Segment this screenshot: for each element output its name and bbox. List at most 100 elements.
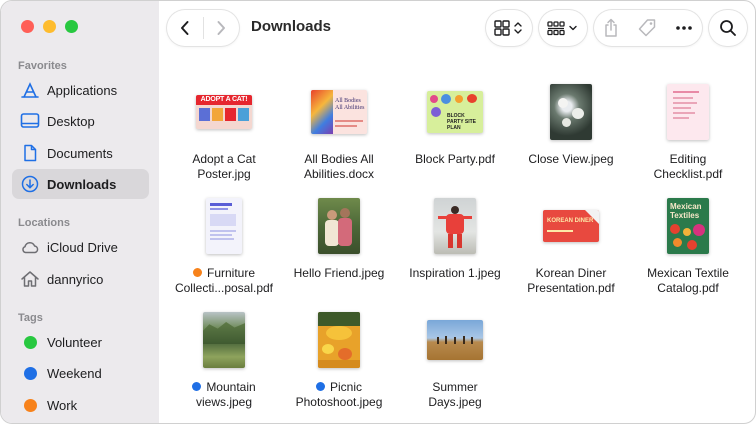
- file-item-block-party[interactable]: BLOCK PARTY SITE PLAN Block Party.pdf: [397, 76, 513, 186]
- photo-thumbnail: [318, 312, 360, 368]
- favorites-section-title: Favorites: [18, 60, 67, 72]
- photo-thumbnail: [550, 84, 592, 140]
- file-name: Adopt a Cat Poster.jpg: [192, 152, 256, 181]
- sidebar-item-icloud-drive[interactable]: iCloud Drive: [12, 232, 149, 262]
- thumbnail-text: BLOCK PARTY SITE PLAN: [447, 113, 476, 131]
- pdf-thumbnail: BLOCK PARTY SITE PLAN: [427, 91, 483, 133]
- sidebar-item-home[interactable]: dannyrico: [12, 264, 149, 294]
- sidebar-item-tag-weekend[interactable]: Weekend: [12, 358, 149, 388]
- file-name: Mountain views.jpeg: [166, 380, 282, 410]
- chevron-left-icon: [180, 21, 189, 35]
- sidebar-item-label: Desktop: [47, 113, 95, 129]
- group-icon: [547, 20, 579, 36]
- sidebar-item-label: Downloads: [47, 176, 117, 192]
- close-button[interactable]: [21, 20, 34, 33]
- file-item-mexican-textile[interactable]: Mexican Textiles Mexican Textile Catalog.…: [630, 190, 746, 300]
- sidebar-item-applications[interactable]: Applications: [12, 75, 149, 105]
- thumbnail-text: Mexican Textiles: [670, 202, 702, 220]
- file-name: Editing Checklist.pdf: [653, 152, 723, 181]
- file-name: All Bodies All Abilities.docx: [303, 152, 375, 181]
- desktop-icon: [19, 111, 41, 131]
- sidebar: Favorites Applications Desktop Documents…: [1, 1, 159, 423]
- group-by-button[interactable]: [539, 10, 587, 46]
- blue-tag-icon: [24, 366, 37, 380]
- share-icon[interactable]: [603, 18, 619, 38]
- more-icon[interactable]: [675, 25, 693, 31]
- file-item-korean-diner[interactable]: KOREAN DINER Korean Diner Presentation.pd…: [513, 190, 629, 300]
- sidebar-item-downloads[interactable]: Downloads: [12, 169, 149, 199]
- toolbar: Downloads: [159, 1, 755, 55]
- file-name: Close View.jpeg: [528, 152, 614, 166]
- window-title: Downloads: [251, 18, 332, 35]
- file-item-mountain-views[interactable]: Mountain views.jpeg: [166, 304, 282, 414]
- sidebar-item-desktop[interactable]: Desktop: [12, 106, 149, 136]
- green-tag-icon: [24, 335, 37, 349]
- pdf-thumbnail: [206, 198, 242, 254]
- file-item-adopt-a-cat[interactable]: ADOPT A CAT! Adopt a Cat Poster.jpg: [166, 76, 282, 186]
- file-item-close-view[interactable]: Close View.jpeg: [513, 76, 629, 186]
- thumbnail-text: ADOPT A CAT!: [196, 95, 252, 105]
- thumbnail-text: All Bodies All Abilities: [335, 98, 365, 111]
- sidebar-item-documents[interactable]: Documents: [12, 138, 149, 168]
- sidebar-item-label: Work: [47, 397, 78, 413]
- file-name: Mexican Textile Catalog.pdf: [647, 266, 729, 295]
- thumbnail-text: KOREAN DINER: [547, 218, 594, 224]
- chevron-right-icon: [217, 21, 226, 35]
- file-name: Summer Days.jpeg: [428, 380, 482, 409]
- file-item-hello-friend[interactable]: Hello Friend.jpeg: [281, 190, 397, 300]
- locations-section-title: Locations: [18, 217, 70, 229]
- presentation-thumbnail: KOREAN DINER: [543, 210, 599, 242]
- blue-tag-icon: [315, 382, 325, 391]
- photo-thumbnail: [434, 198, 476, 254]
- downloads-icon: [19, 174, 41, 194]
- document-thumbnail: All Bodies All Abilities: [311, 90, 367, 134]
- sidebar-item-label: Volunteer: [47, 334, 102, 350]
- sidebar-item-tag-work[interactable]: Work: [12, 390, 149, 420]
- finder-window: Favorites Applications Desktop Documents…: [0, 0, 756, 424]
- file-name: Korean Diner Presentation.pdf: [527, 266, 615, 295]
- cloud-icon: [19, 237, 41, 257]
- file-name: Hello Friend.jpeg: [293, 266, 385, 280]
- photo-thumbnail: [318, 198, 360, 254]
- file-name: Block Party.pdf: [415, 152, 495, 166]
- pdf-thumbnail: Mexican Textiles: [667, 198, 709, 254]
- sidebar-item-label: Applications: [47, 82, 118, 98]
- actions-group: [594, 10, 702, 46]
- home-icon: [19, 269, 41, 289]
- window-controls: [21, 20, 78, 33]
- sidebar-item-label: Weekend: [47, 365, 102, 381]
- search-button[interactable]: [709, 10, 747, 46]
- applications-icon: [19, 80, 41, 100]
- file-item-furniture-collection[interactable]: Furniture Collecti...posal.pdf: [166, 190, 282, 300]
- navigation-group: [167, 10, 239, 46]
- minimize-button[interactable]: [43, 20, 56, 33]
- view-options-button[interactable]: [486, 10, 532, 46]
- tag-icon[interactable]: [637, 18, 657, 38]
- photo-thumbnail: [427, 320, 483, 360]
- file-item-editing-checklist[interactable]: Editing Checklist.pdf: [630, 76, 746, 186]
- file-item-all-bodies[interactable]: All Bodies All Abilities All Bodies All A…: [281, 76, 397, 186]
- search-icon: [719, 19, 737, 37]
- sidebar-item-label: Documents: [47, 145, 113, 161]
- sidebar-item-tag-volunteer[interactable]: Volunteer: [12, 327, 149, 357]
- grid-view-icon: [494, 20, 524, 36]
- file-item-picnic-photoshoot[interactable]: Picnic Photoshoot.jpeg: [281, 304, 397, 414]
- zoom-button[interactable]: [65, 20, 78, 33]
- poster-thumbnail: ADOPT A CAT!: [196, 95, 252, 129]
- file-item-summer-days[interactable]: Summer Days.jpeg: [397, 304, 513, 414]
- tags-section-title: Tags: [18, 312, 43, 324]
- forward-button[interactable]: [203, 10, 239, 46]
- file-name: Picnic Photoshoot.jpeg: [295, 380, 383, 409]
- orange-tag-icon: [192, 268, 202, 277]
- file-grid: ADOPT A CAT! Adopt a Cat Poster.jpg All B: [159, 55, 755, 423]
- sidebar-item-label: dannyrico: [47, 271, 104, 287]
- documents-icon: [19, 143, 41, 163]
- photo-thumbnail: [203, 312, 245, 368]
- sidebar-item-label: iCloud Drive: [47, 239, 118, 255]
- file-item-inspiration-1[interactable]: Inspiration 1.jpeg: [397, 190, 513, 300]
- pdf-thumbnail: [667, 84, 709, 140]
- orange-tag-icon: [24, 398, 37, 412]
- blue-tag-icon: [192, 382, 202, 391]
- back-button[interactable]: [167, 10, 203, 46]
- file-name: Inspiration 1.jpeg: [409, 266, 501, 280]
